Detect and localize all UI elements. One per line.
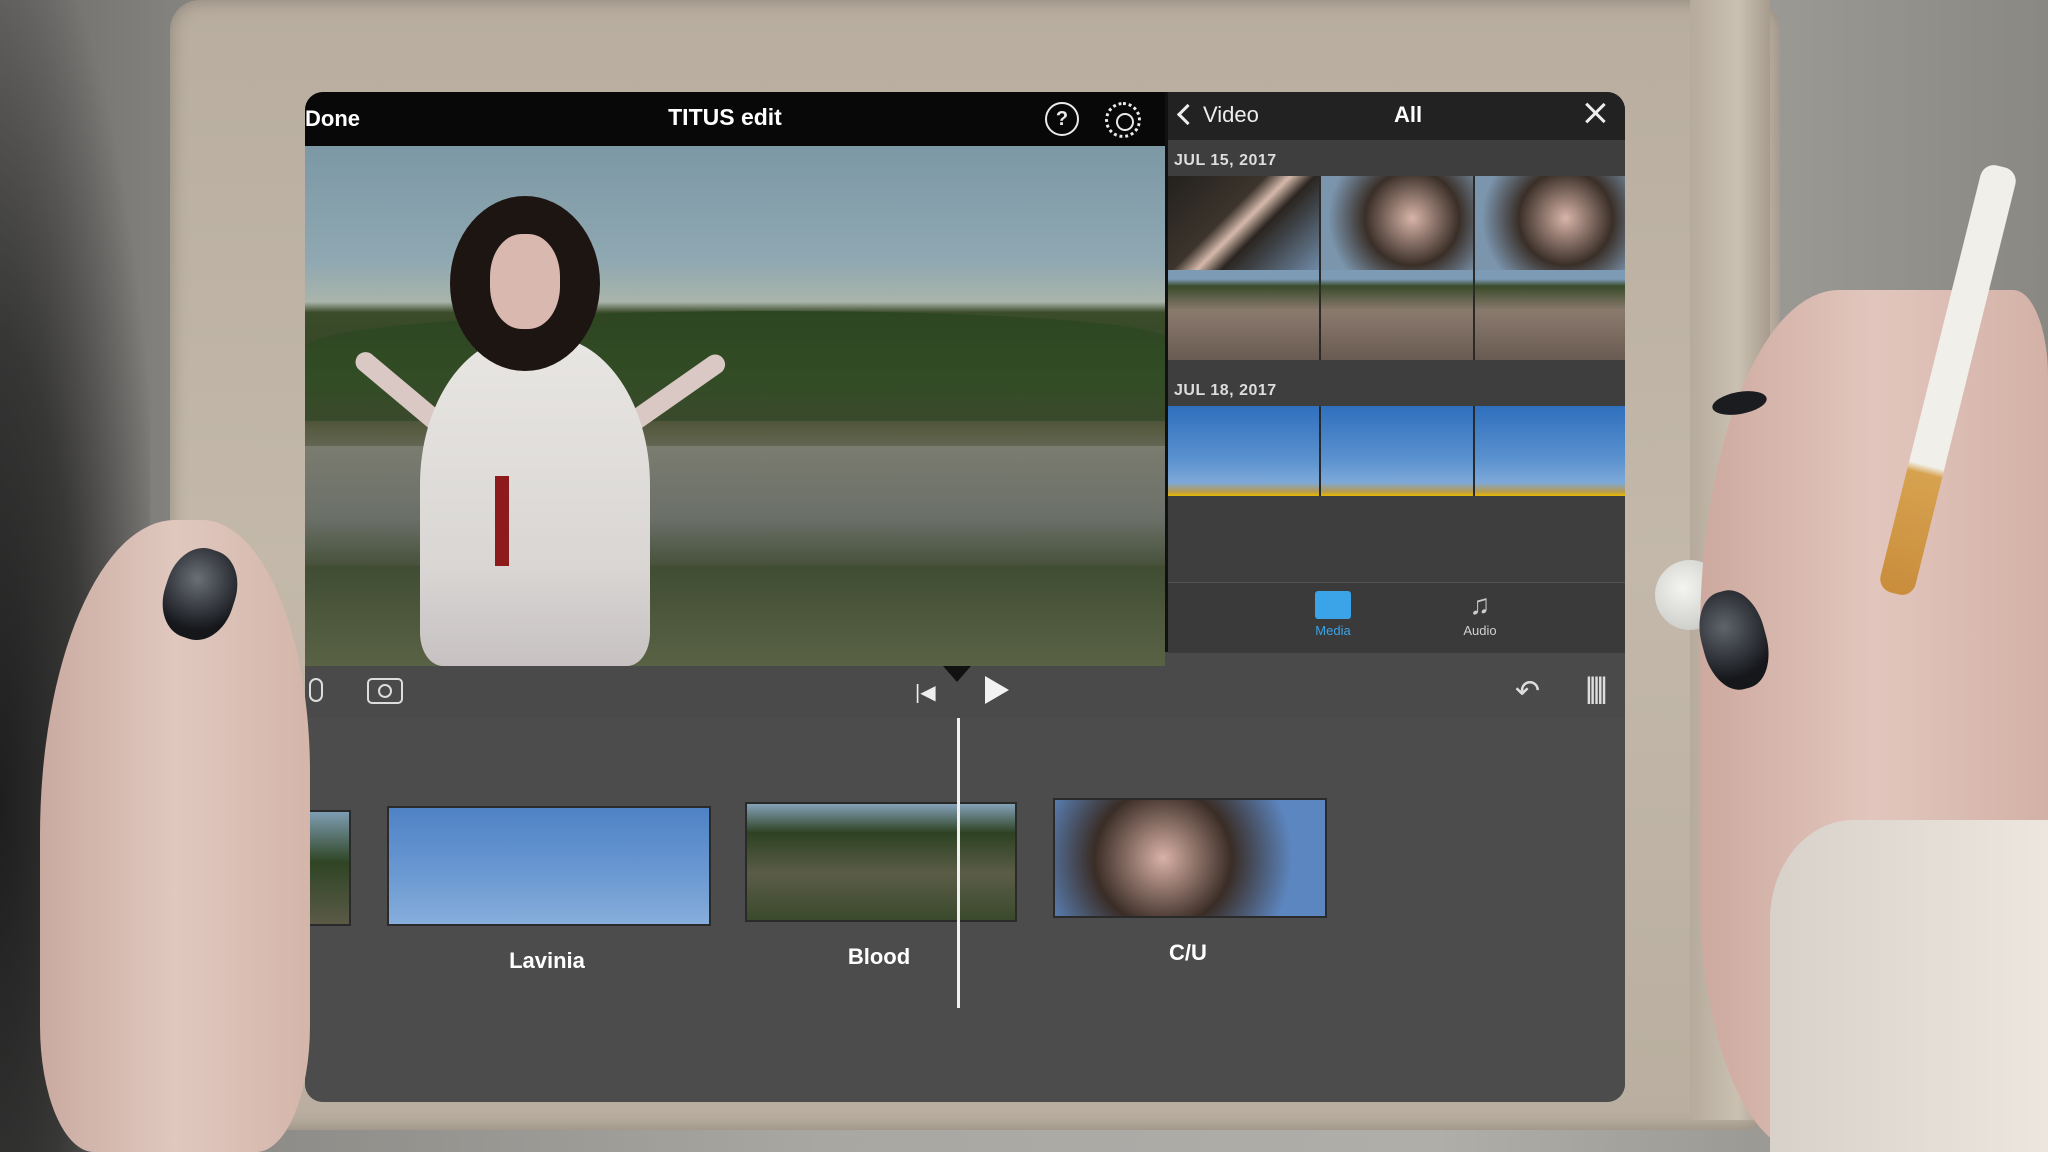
- video-viewer[interactable]: [305, 146, 1165, 666]
- playback-controls: |◀ ↶ |||||: [305, 666, 1625, 718]
- media-thumbnail[interactable]: [1321, 406, 1475, 496]
- waveform-icon[interactable]: |||||: [1585, 672, 1608, 706]
- browser-filter-title: All: [1393, 102, 1423, 127]
- media-icon: [1315, 591, 1351, 619]
- date-group-heading: JUL 15, 2017: [1174, 152, 1277, 169]
- viewer-figure-face: [490, 234, 560, 329]
- project-title: TITUS edit: [668, 104, 782, 130]
- tablet-screen: Done TITUS edit ? Video All JUL 15, 2017…: [305, 92, 1625, 1102]
- undo-icon[interactable]: ↶: [1515, 674, 1540, 709]
- viewer-trees: [305, 311, 1165, 421]
- timeline-clip[interactable]: [305, 810, 351, 926]
- skip-back-icon[interactable]: |◀: [915, 680, 936, 705]
- timeline-clip[interactable]: [387, 806, 711, 926]
- play-icon[interactable]: [985, 676, 1009, 704]
- chevron-left-icon: [1176, 103, 1199, 126]
- tab-audio[interactable]: ♫ Audio: [1440, 589, 1520, 639]
- back-label: Video: [1203, 102, 1259, 127]
- playhead-marker: [943, 666, 971, 682]
- media-thumbnail[interactable]: [1168, 270, 1322, 360]
- media-thumbnail[interactable]: [1321, 176, 1475, 270]
- viewer-figure-dress: [420, 336, 650, 666]
- tab-media-label: Media: [1315, 623, 1351, 638]
- media-thumbnail[interactable]: [1168, 406, 1322, 496]
- viewer-figure-blood: [495, 476, 509, 566]
- timeline[interactable]: Lavinia Blood C/U: [305, 718, 1625, 1102]
- media-thumbnail[interactable]: [1168, 176, 1322, 270]
- thumbnail-row: [1168, 270, 1625, 360]
- music-note-icon: ♫: [1469, 589, 1491, 620]
- microphone-icon[interactable]: [309, 678, 323, 702]
- thumbnail-row: [1168, 176, 1625, 270]
- media-thumbnail[interactable]: [1474, 270, 1625, 360]
- editor-topbar: Done TITUS edit ?: [305, 92, 1165, 146]
- date-group-heading: JUL 18, 2017: [1174, 382, 1277, 399]
- timeline-clip[interactable]: [1053, 798, 1327, 918]
- media-thumbnail[interactable]: [1474, 176, 1625, 270]
- timeline-clip[interactable]: [745, 802, 1017, 922]
- media-browser: Video All JUL 15, 2017 JUL 18, 2017 Medi…: [1165, 92, 1625, 653]
- browser-header: Video All: [1168, 92, 1625, 140]
- tab-media[interactable]: Media: [1293, 591, 1373, 638]
- thumbnail-row: [1168, 406, 1625, 496]
- media-thumbnail[interactable]: [1321, 270, 1475, 360]
- back-video-button[interactable]: Video: [1176, 102, 1259, 128]
- tab-audio-label: Audio: [1463, 623, 1497, 638]
- gear-icon[interactable]: [1105, 102, 1141, 138]
- media-thumbnail[interactable]: [1474, 406, 1625, 496]
- playhead-line[interactable]: [957, 718, 960, 1008]
- camera-icon[interactable]: [367, 678, 403, 704]
- sweater-sleeve: [1770, 820, 2048, 1152]
- clip-label: Blood: [847, 944, 911, 969]
- browser-tabbar: Media ♫ Audio: [1168, 582, 1625, 653]
- help-icon[interactable]: ?: [1045, 102, 1079, 136]
- close-icon[interactable]: [1582, 100, 1608, 126]
- scene: Done TITUS edit ? Video All JUL 15, 2017…: [0, 0, 2048, 1152]
- clip-label: Lavinia: [509, 948, 585, 973]
- clip-label: C/U: [1169, 940, 1207, 965]
- done-button[interactable]: Done: [305, 106, 360, 132]
